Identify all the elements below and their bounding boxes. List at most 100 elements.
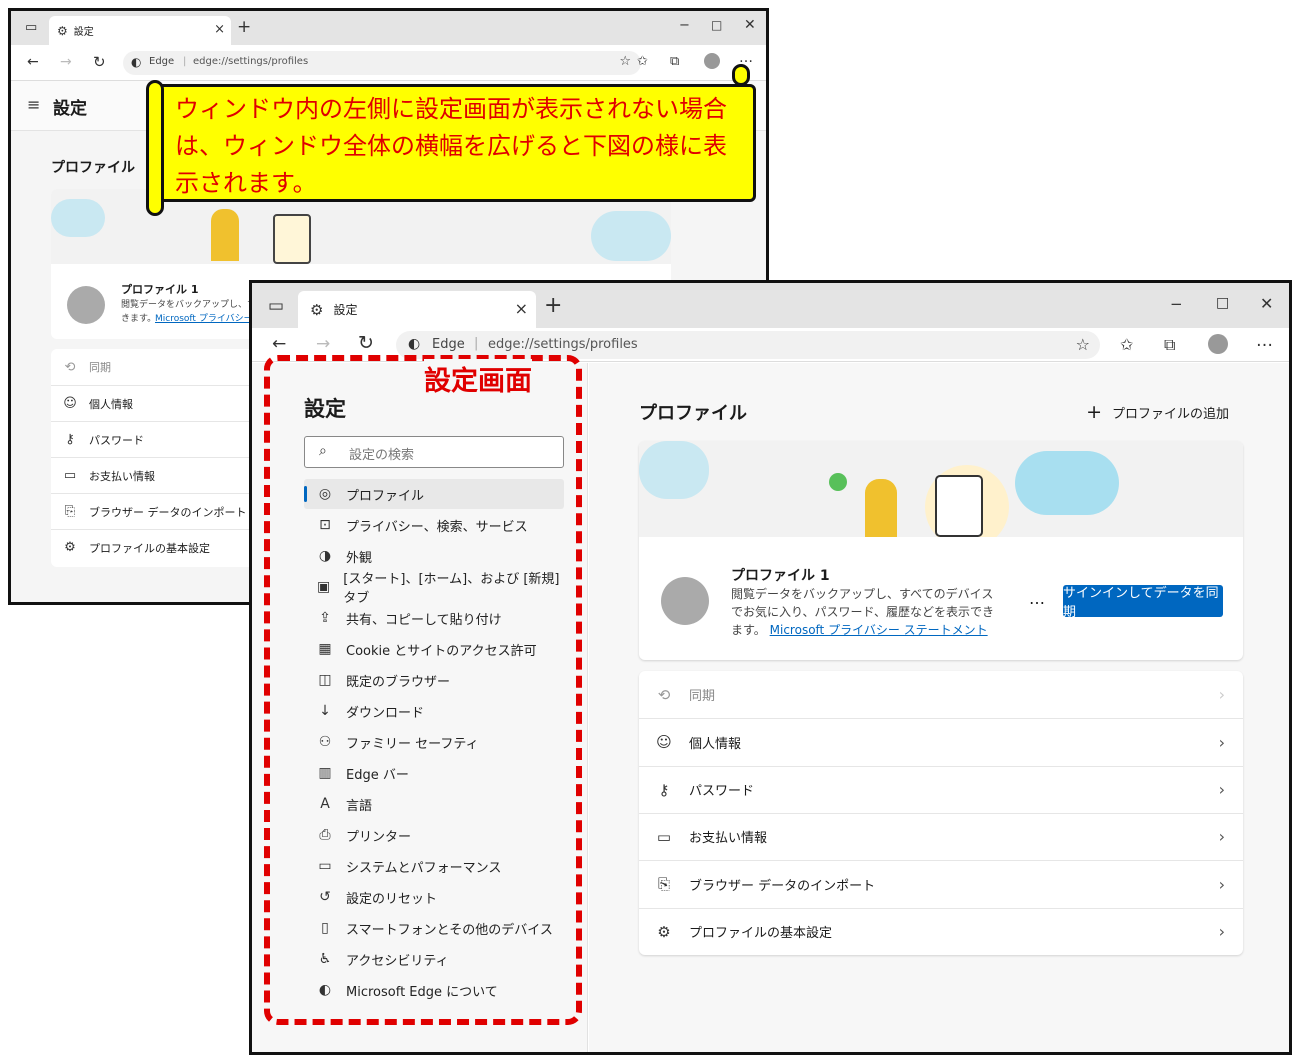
close-window-icon[interactable]: ✕ [744, 17, 756, 33]
sync-signin-button[interactable]: サインインしてデータを同期 [1063, 585, 1223, 620]
settings-row[interactable]: ▭ お支払い情報 › [639, 812, 1243, 860]
maximize-icon[interactable]: □ [1216, 295, 1229, 311]
add-profile-button[interactable]: + プロファイルの追加 [1086, 401, 1229, 423]
avatar [67, 286, 105, 324]
profile-name: プロファイル 1 [731, 568, 830, 584]
settings-row-label: パスワード [89, 433, 144, 447]
tab-settings[interactable]: ⚙ 設定 × [298, 291, 536, 328]
profile-illustration [639, 441, 1243, 537]
gear-icon: ⚙ [57, 23, 68, 38]
back-icon[interactable]: ← [27, 54, 39, 70]
tab-settings[interactable]: ⚙ 設定 × [49, 16, 231, 45]
settings-row[interactable]: ⚙ プロファイルの基本設定 › [639, 907, 1243, 955]
avatar[interactable] [704, 53, 720, 69]
privacy-link[interactable]: Microsoft プライバシー [155, 311, 253, 324]
settings-row-label: 同期 [89, 361, 111, 374]
person-icon: ☺ [63, 396, 77, 411]
forward-icon[interactable]: → [316, 334, 330, 354]
tab-title: 設定 [333, 303, 358, 317]
cloud-shape [591, 211, 671, 261]
key-icon: ⚷ [65, 432, 75, 447]
chevron-right-icon: › [1218, 685, 1225, 704]
profile-desc: 閲覧データをバックアップし、すべ [121, 300, 265, 310]
import-icon: ⎘ [657, 875, 670, 894]
annotation-frame [264, 355, 582, 1025]
settings-row-label: お支払い情報 [89, 469, 155, 483]
sync-icon: ⟲ [657, 685, 671, 704]
content-title: プロファイル [639, 403, 747, 424]
address-divider: | [474, 336, 479, 351]
add-profile-label: プロファイルの追加 [1111, 406, 1229, 422]
settings-row-label: 同期 [689, 689, 716, 704]
settings-list: ⟲ 同期 › ☺ 個人情報 › ⚷ パスワード › ▭ お支払い情報 › ⎘ ブラウザー データのインポー… [639, 671, 1243, 955]
more-icon[interactable]: … [1256, 331, 1273, 351]
maximize-icon[interactable]: □ [711, 18, 722, 32]
collections-icon[interactable]: ⧉ [670, 54, 679, 69]
favorites-icon[interactable]: ✩ [637, 54, 648, 69]
edge-logo-icon: ◐ [408, 336, 421, 352]
settings-row[interactable]: ⎘ ブラウザー データのインポート › [639, 860, 1243, 907]
callout: ウィンドウ内の左側に設定画面が表示されない場合は、ウィンドウ全体の横幅を広げると… [144, 64, 756, 216]
profile-name: プロファイル 1 [121, 283, 199, 296]
chevron-right-icon: › [1218, 922, 1225, 941]
close-tab-icon[interactable]: × [515, 299, 528, 318]
address-bar[interactable]: ◐ Edge | edge://settings/profiles ☆ [123, 51, 641, 75]
close-window-icon[interactable]: ✕ [1260, 294, 1273, 313]
minimize-icon[interactable]: − [679, 18, 690, 33]
key-icon: ⚷ [658, 780, 670, 799]
new-tab-icon[interactable]: + [544, 293, 562, 318]
gear-icon: ⚙ [310, 300, 324, 319]
close-tab-icon[interactable]: × [214, 22, 225, 37]
profile-settings-icon: ⚙ [64, 540, 76, 555]
person-icon: ☺ [656, 733, 672, 752]
settings-row[interactable]: ⚷ パスワード › [639, 765, 1243, 813]
callout-pointer [732, 64, 750, 86]
settings-row-label: プロファイルの基本設定 [89, 541, 210, 555]
settings-row-label: 個人情報 [689, 736, 742, 752]
settings-row-label: ブラウザー データのインポート [689, 878, 876, 894]
menu-icon[interactable]: ≡ [27, 95, 40, 114]
profile-desc-2: きます。 [121, 314, 157, 324]
cloud-shape [639, 441, 709, 499]
settings-row-label: お支払い情報 [689, 831, 768, 847]
settings-row-label: プロファイルの基本設定 [689, 926, 833, 941]
plus-icon: + [1086, 401, 1102, 423]
tab-bar: ▭ ⚙ 設定 × + − □ ✕ [11, 11, 766, 45]
back-icon[interactable]: ← [272, 334, 286, 354]
more-options-icon[interactable]: … [1029, 589, 1045, 608]
tab-title: 設定 [73, 27, 94, 38]
chevron-right-icon: › [1218, 780, 1225, 800]
minimize-icon[interactable]: − [1170, 295, 1183, 313]
settings-content: プロファイル + プロファイルの追加 プロファイル 1 閲覧データをバックアップ… [589, 363, 1289, 1052]
refresh-icon[interactable]: ↻ [93, 53, 106, 71]
forward-icon[interactable]: → [60, 54, 72, 70]
collections-icon[interactable]: ⧉ [1164, 335, 1175, 355]
address-url: edge://settings/profiles [193, 56, 309, 67]
address-brand: Edge [149, 56, 175, 67]
address-divider: | [183, 56, 187, 67]
avatar[interactable] [1208, 334, 1228, 354]
annotation-label: 設定画面 [424, 359, 532, 398]
cloud-shape [51, 199, 105, 237]
profile-card: プロファイル 1 閲覧データをバックアップし、すべてのデバイスでお気に入り、パス… [639, 441, 1243, 660]
chevron-right-icon: › [1218, 827, 1225, 847]
phone-illustration [935, 475, 983, 537]
sync-badge [829, 473, 847, 491]
settings-row-label: ブラウザー データのインポート [89, 505, 247, 519]
callout-scroll-edge [146, 80, 164, 216]
new-tab-icon[interactable]: + [237, 17, 251, 37]
refresh-icon[interactable]: ↻ [358, 332, 374, 354]
chevron-right-icon: › [1218, 874, 1225, 894]
favorite-add-icon[interactable]: ☆ [619, 54, 631, 69]
settings-row[interactable]: ☺ 個人情報 › [639, 718, 1243, 765]
section-title: プロファイル [51, 160, 135, 176]
privacy-link[interactable]: Microsoft プライバシー ステートメント [770, 623, 988, 637]
tab-actions-icon[interactable]: ▭ [25, 20, 37, 35]
tab-actions-icon[interactable]: ▭ [268, 296, 284, 316]
callout-box: ウィンドウ内の左側に設定画面が表示されない場合は、ウィンドウ全体の横幅を広げると… [156, 84, 756, 202]
card-icon: ▭ [656, 827, 672, 846]
settings-row[interactable]: ⟲ 同期 › [639, 671, 1243, 718]
cloud-shape [1015, 451, 1119, 515]
favorite-add-icon[interactable]: ☆ [1076, 335, 1090, 354]
favorites-icon[interactable]: ✩ [1120, 335, 1133, 354]
